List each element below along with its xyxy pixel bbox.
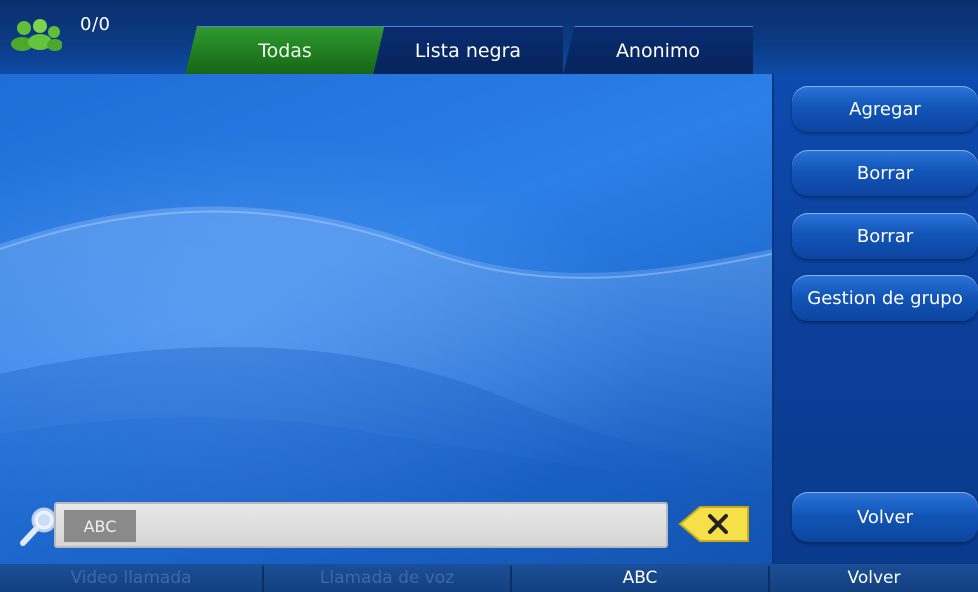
action-sidebar: Agregar Borrar Borrar Gestion de grupo V… — [772, 74, 978, 564]
softkey-label: ABC — [622, 568, 658, 588]
contact-count: 0/0 — [80, 14, 111, 35]
back-button[interactable]: Volver — [792, 492, 978, 542]
add-button-label: Agregar — [849, 98, 921, 120]
softkey-abc[interactable]: ABC — [512, 564, 768, 592]
group-management-button[interactable]: Gestion de grupo — [792, 275, 978, 321]
softkey-voice-call[interactable]: Llamada de voz — [264, 564, 510, 592]
add-button[interactable]: Agregar — [792, 86, 978, 132]
phone-screen: 0/0 Todas Lista negra Anonimo Agregar Bo… — [0, 0, 978, 592]
softkey-label: Volver — [847, 568, 901, 588]
softkey-back[interactable]: Volver — [770, 564, 978, 592]
tab-label: Todas — [258, 40, 312, 62]
softkey-bar: Video llamada Llamada de voz ABC Volver — [0, 564, 978, 592]
tab-lista-negra[interactable]: Lista negra — [373, 26, 563, 75]
softkey-label: Llamada de voz — [319, 568, 455, 588]
contacts-group-icon — [11, 19, 62, 51]
background-wave — [0, 206, 772, 564]
delete-button-label: Borrar — [856, 162, 914, 184]
tab-anonimo[interactable]: Anonimo — [563, 26, 753, 75]
clear-icon[interactable] — [678, 505, 750, 543]
softkey-label: Video llamada — [70, 568, 192, 588]
top-bar: 0/0 Todas Lista negra Anonimo — [0, 0, 978, 75]
tab-todas[interactable]: Todas — [185, 26, 385, 75]
group-management-button-label: Gestion de grupo — [807, 287, 963, 309]
delete-all-button-label: Borrar — [856, 225, 914, 247]
tab-bar: Todas Lista negra Anonimo — [185, 26, 755, 75]
delete-all-button[interactable]: Borrar — [792, 213, 978, 259]
softkey-video-call[interactable]: Video llamada — [0, 564, 262, 592]
tab-label: Lista negra — [414, 40, 522, 62]
search-input[interactable]: ABC — [54, 502, 668, 548]
delete-button[interactable]: Borrar — [792, 150, 978, 196]
input-mode-indicator: ABC — [64, 510, 136, 542]
tab-label: Anonimo — [615, 40, 701, 62]
back-button-label: Volver — [856, 506, 914, 528]
contact-list-area[interactable] — [0, 74, 772, 564]
